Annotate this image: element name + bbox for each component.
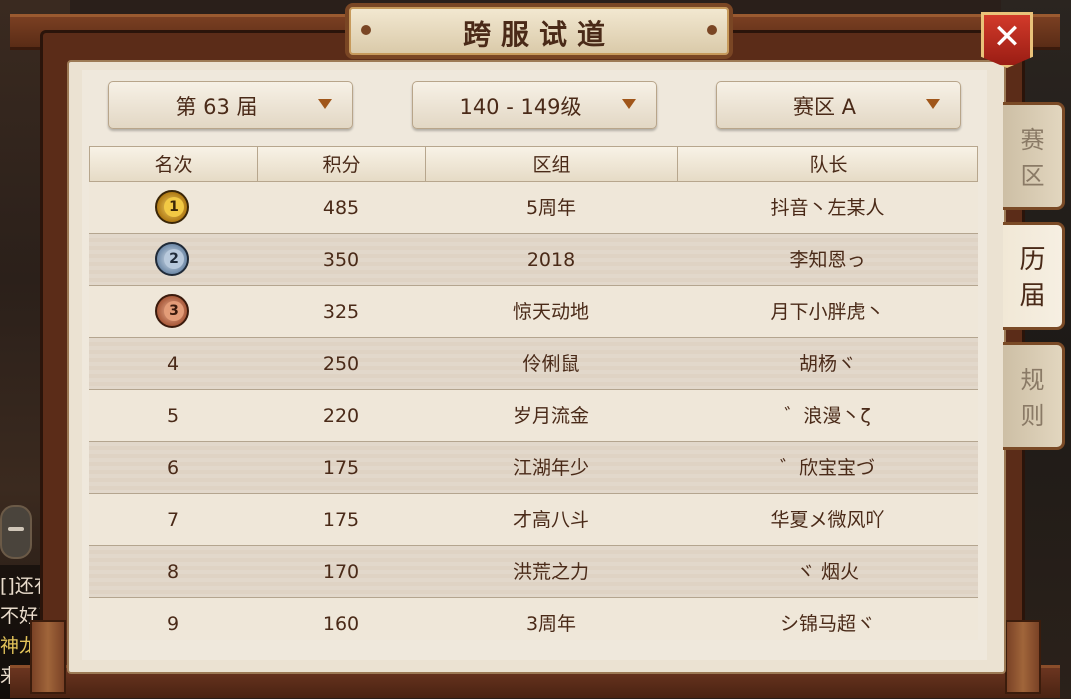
- captain-cell: 抖音丶左某人: [770, 197, 885, 219]
- close-button[interactable]: ✕: [981, 12, 1033, 68]
- level-dropdown-label: 140 - 149级: [459, 95, 582, 119]
- chevron-down-icon: [622, 99, 636, 109]
- season-dropdown-label: 第 63 届: [175, 95, 258, 119]
- medal-rank: 3: [164, 301, 184, 321]
- table-header: 名次 积分 区组 队长: [89, 146, 978, 183]
- zone-dropdown-label: 赛区 A: [792, 95, 857, 119]
- gold-medal-icon: 1: [155, 190, 189, 224]
- rank-cell: 4: [166, 353, 180, 375]
- score-cell: 175: [322, 509, 360, 531]
- chat-icon[interactable]: [0, 505, 32, 559]
- column-header-rank: 名次: [90, 147, 258, 183]
- score-cell: 220: [322, 405, 360, 427]
- chevron-down-icon: [926, 99, 940, 109]
- tab-zone-label: 区: [1020, 162, 1045, 190]
- frame-post-right: [1005, 620, 1041, 694]
- captain-cell: 李知恩っ: [789, 249, 866, 271]
- table-row[interactable]: 8 170 洪荒之力 ヾ 烟火: [89, 546, 978, 598]
- table-row[interactable]: 6 175 江湖年少 ゛欣宝宝づ: [89, 442, 978, 494]
- tab-rules-label: 规: [1020, 366, 1045, 394]
- window-title: 跨服试道: [462, 18, 615, 51]
- chevron-down-icon: [318, 99, 332, 109]
- score-cell: 170: [322, 561, 360, 583]
- server-cell: 5周年: [525, 197, 577, 219]
- captain-cell: シ锦马超ヾ: [779, 613, 875, 635]
- server-cell: 惊天动地: [512, 301, 589, 323]
- tab-history-label: 届: [1019, 281, 1046, 311]
- captain-cell: ヾ 烟火: [795, 561, 860, 583]
- table-row[interactable]: 9 160 3周年 シ锦马超ヾ: [89, 598, 978, 640]
- zone-dropdown[interactable]: 赛区 A: [716, 81, 961, 129]
- table-row[interactable]: 4 250 伶俐鼠 胡杨ヾ: [89, 338, 978, 390]
- ranking-table: 名次 积分 区组 队长 1 485 5周年 抖音丶左某人 2 350 2018 …: [89, 146, 978, 640]
- rank-cell: 9: [166, 613, 180, 635]
- tab-rules[interactable]: 规 则: [1003, 342, 1065, 450]
- title-plate: 跨服试道: [345, 3, 733, 59]
- table-row[interactable]: 3 325 惊天动地 月下小胖虎丶: [89, 286, 978, 338]
- captain-cell: ゛浪漫丶ζ: [784, 405, 871, 427]
- rank-cell: 6: [166, 457, 180, 479]
- column-header-server: 区组: [426, 147, 678, 183]
- captain-cell: ゛欣宝宝づ: [779, 457, 875, 479]
- rank-cell: 7: [166, 509, 180, 531]
- column-header-score: 积分: [258, 147, 426, 183]
- server-cell: 3周年: [525, 613, 577, 635]
- score-cell: 485: [322, 197, 360, 219]
- captain-cell: 华夏メ微风吖: [770, 509, 885, 531]
- bronze-medal-icon: 3: [155, 294, 189, 328]
- table-row[interactable]: 1 485 5周年 抖音丶左某人: [89, 182, 978, 234]
- server-cell: 洪荒之力: [512, 561, 589, 583]
- level-dropdown[interactable]: 140 - 149级: [412, 81, 657, 129]
- table-row[interactable]: 5 220 岁月流金 ゛浪漫丶ζ: [89, 390, 978, 442]
- score-cell: 250: [322, 353, 360, 375]
- server-cell: 伶俐鼠: [522, 353, 580, 375]
- column-header-captain: 队长: [809, 154, 848, 176]
- server-cell: 2018: [526, 249, 576, 271]
- tab-history[interactable]: 历 届: [1003, 222, 1065, 330]
- tab-history-label: 历: [1019, 245, 1046, 275]
- server-cell: 江湖年少: [512, 457, 589, 479]
- server-cell: 才高八斗: [512, 509, 589, 531]
- medal-rank: 1: [164, 197, 184, 217]
- tab-zone-label: 赛: [1020, 126, 1045, 154]
- score-cell: 175: [322, 457, 360, 479]
- medal-rank: 2: [164, 249, 184, 269]
- score-cell: 350: [322, 249, 360, 271]
- frame-post-left: [30, 620, 66, 694]
- close-icon: ✕: [992, 17, 1022, 57]
- captain-cell: 月下小胖虎丶: [770, 301, 885, 323]
- rank-cell: 5: [166, 405, 180, 427]
- captain-cell: 胡杨ヾ: [798, 353, 856, 375]
- tab-zone[interactable]: 赛 区: [1003, 102, 1065, 210]
- score-cell: 325: [322, 301, 360, 323]
- table-row[interactable]: 7 175 才高八斗 华夏メ微风吖: [89, 494, 978, 546]
- rank-cell: 8: [166, 561, 180, 583]
- score-cell: 160: [322, 613, 360, 635]
- silver-medal-icon: 2: [155, 242, 189, 276]
- table-row[interactable]: 2 350 2018 李知恩っ: [89, 234, 978, 286]
- tab-rules-label: 则: [1020, 402, 1045, 430]
- server-cell: 岁月流金: [512, 405, 589, 427]
- season-dropdown[interactable]: 第 63 届: [108, 81, 353, 129]
